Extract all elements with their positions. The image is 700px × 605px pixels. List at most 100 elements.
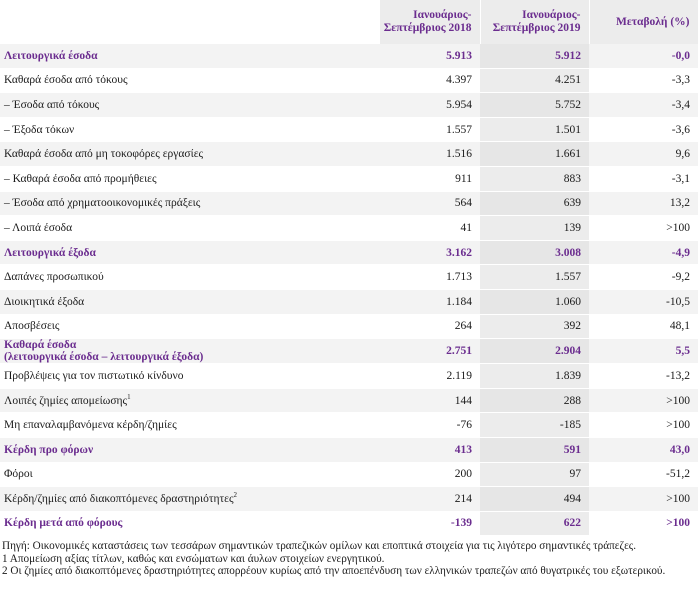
table-row: Καθαρά έσοδα (λειτουργικά έσοδα – λειτουρ… xyxy=(0,338,698,365)
header-2019: Ιανουάριος- Σεπτέμβριος 2019 xyxy=(480,0,590,44)
table-row: Διοικητικά έξοδα 1.184 1.060 -10,5 xyxy=(0,289,698,315)
footnotes: Πηγή: Οικονομικές καταστάσεις των τεσσάρ… xyxy=(2,540,698,578)
value-2018: 214 xyxy=(379,486,480,512)
row-label: – Λοιπά έσοδα xyxy=(0,215,379,241)
row-label-text: Προβλέψεις για τον πιστωτικό κίνδυνο xyxy=(4,369,184,382)
row-label-text: Κέρδη προ φόρων xyxy=(4,443,94,456)
footnote-marker: 2 xyxy=(233,491,238,500)
value-2019: 622 xyxy=(480,511,589,537)
row-label: Αποσβέσεις xyxy=(0,314,379,340)
row-label-text: – Έσοδα από χρηματοοικονομικές πράξεις xyxy=(4,197,201,210)
row-label-text: Λοιπές ζημίες απομείωσης xyxy=(4,394,128,407)
row-label: Κέρδη/ζημίες από διακοπτόμενες δραστηριό… xyxy=(0,486,379,512)
row-label-text: – Έσοδα από τόκους xyxy=(4,98,100,111)
row-label-text: – Καθαρά έσοδα από προμήθειες xyxy=(4,172,157,185)
value-change: 43,0 xyxy=(589,437,698,463)
value-change: -3,1 xyxy=(589,166,698,192)
value-2019: 591 xyxy=(480,437,589,463)
row-label: Φόροι xyxy=(0,462,379,488)
table-row: – Λοιπά έσοδα 41 139 >100 xyxy=(0,215,698,241)
value-change: >100 xyxy=(589,388,698,414)
header-change: Μεταβολή (%) xyxy=(589,0,699,44)
value-2019: 97 xyxy=(480,462,589,488)
value-change: -3,4 xyxy=(589,92,698,118)
value-2019: 392 xyxy=(480,314,589,340)
row-label-text: Λειτουργικά έσοδα xyxy=(4,49,98,62)
value-2018: 5.954 xyxy=(379,92,480,118)
table-row: – Έσοδα από χρηματοοικονομικές πράξεις 56… xyxy=(0,191,698,217)
table-row: Φόροι 200 97 -51,2 xyxy=(0,462,698,488)
header-2018-line1: Ιανουάριος- xyxy=(413,9,472,21)
value-2018: 144 xyxy=(379,388,480,414)
row-label-text: Κέρδη μετά από φόρους xyxy=(4,517,123,530)
row-label: Μη επαναλαμβανόμενα κέρδη/ζημίες xyxy=(0,412,379,438)
table-row: Λοιπές ζημίες απομείωσης1 144 288 >100 xyxy=(0,388,698,414)
value-2019: 494 xyxy=(480,486,589,512)
footnote-source: Πηγή: Οικονομικές καταστάσεις των τεσσάρ… xyxy=(2,540,637,552)
value-change: >100 xyxy=(589,215,698,241)
value-2019: -185 xyxy=(480,412,589,438)
value-change: -9,2 xyxy=(589,264,698,290)
value-2018: 3.162 xyxy=(379,240,480,266)
table-row: Κέρδη προ φόρων 413 591 43,0 xyxy=(0,437,698,463)
header-2018-line2: Σεπτέμβριος 2018 xyxy=(383,22,472,34)
row-label: Λειτουργικά έξοδα xyxy=(0,240,379,266)
table-row: Καθαρά έσοδα από τόκους 4.397 4.251 -3,3 xyxy=(0,68,698,94)
row-label: Λοιπές ζημίες απομείωσης1 xyxy=(0,388,379,414)
value-2018: -76 xyxy=(379,412,480,438)
row-label: – Έσοδα από χρηματοοικονομικές πράξεις xyxy=(0,191,379,217)
value-2018: 1.516 xyxy=(379,141,480,167)
value-2019: 139 xyxy=(480,215,589,241)
row-label-text: Μη επαναλαμβανόμενα κέρδη/ζημίες xyxy=(4,419,177,432)
row-label-line2: (λειτουργικά έσοδα – λειτουργικά έξοδα) xyxy=(4,351,204,364)
table-row: Λειτουργικά έσοδα 5.913 5.912 -0,0 xyxy=(0,44,698,69)
row-label: – Καθαρά έσοδα από προμήθειες xyxy=(0,166,379,192)
row-label-text: Διοικητικά έξοδα xyxy=(4,295,85,308)
value-2018: 200 xyxy=(379,462,480,488)
value-2019: 1.661 xyxy=(480,141,589,167)
financial-results-table: Ιανουάριος- Σεπτέμβριος 2018 Ιανουάριος-… xyxy=(0,0,699,537)
value-2019: 1.557 xyxy=(480,264,589,290)
value-2018: 1.713 xyxy=(379,264,480,290)
header-2019-line1: Ιανουάριος- xyxy=(522,9,581,21)
value-2018: 911 xyxy=(379,166,480,192)
value-2018: 4.397 xyxy=(379,68,480,94)
value-2019: 4.251 xyxy=(480,68,589,94)
value-2018: 1.557 xyxy=(379,117,480,143)
value-change: 13,2 xyxy=(589,191,698,217)
row-label: Λειτουργικά έσοδα xyxy=(0,44,379,69)
row-label: Δαπάνες προσωπικού xyxy=(0,264,379,290)
row-label: Διοικητικά έξοδα xyxy=(0,289,379,315)
row-label-text: – Έξοδα τόκων xyxy=(4,123,75,136)
value-change: -4,9 xyxy=(589,240,698,266)
footnote-2: 2 Οι ζημίες από διακοπτόμενες δραστηριότ… xyxy=(2,565,666,577)
value-change: -51,2 xyxy=(589,462,698,488)
row-label-text: Καθαρά έσοδα από μη τοκοφόρες εργασίες xyxy=(4,148,204,161)
value-change: 48,1 xyxy=(589,314,698,340)
value-change: >100 xyxy=(589,511,698,537)
header-2018: Ιανουάριος- Σεπτέμβριος 2018 xyxy=(379,0,481,44)
footnote-marker: 1 xyxy=(127,392,131,401)
value-change: -3,6 xyxy=(589,117,698,143)
row-label: Προβλέψεις για τον πιστωτικό κίνδυνο xyxy=(0,363,379,389)
value-change: 5,5 xyxy=(589,338,698,365)
value-2018: 413 xyxy=(379,437,480,463)
value-2018: 264 xyxy=(379,314,480,340)
row-label-text: Φόροι xyxy=(4,468,33,481)
row-label: Καθαρά έσοδα (λειτουργικά έσοδα – λειτουρ… xyxy=(0,338,379,365)
table-row: Λειτουργικά έξοδα 3.162 3.008 -4,9 xyxy=(0,240,698,266)
value-change: -0,0 xyxy=(589,44,698,69)
value-2019: 3.008 xyxy=(480,240,589,266)
row-label-text: – Λοιπά έσοδα xyxy=(4,221,73,234)
value-2018: 2.119 xyxy=(379,363,480,389)
value-2019: 288 xyxy=(480,388,589,414)
value-2018: -139 xyxy=(379,511,480,537)
header-label-cell xyxy=(0,0,380,44)
value-change: >100 xyxy=(589,486,698,512)
table-row: – Καθαρά έσοδα από προμήθειες 911 883 -3,1 xyxy=(0,166,698,192)
row-label: – Έξοδα τόκων xyxy=(0,117,379,143)
table-row: – Έσοδα από τόκους 5.954 5.752 -3,4 xyxy=(0,92,698,118)
table-row: Δαπάνες προσωπικού 1.713 1.557 -9,2 xyxy=(0,264,698,290)
row-label: Κέρδη προ φόρων xyxy=(0,437,379,463)
value-2018: 2.751 xyxy=(379,338,480,365)
